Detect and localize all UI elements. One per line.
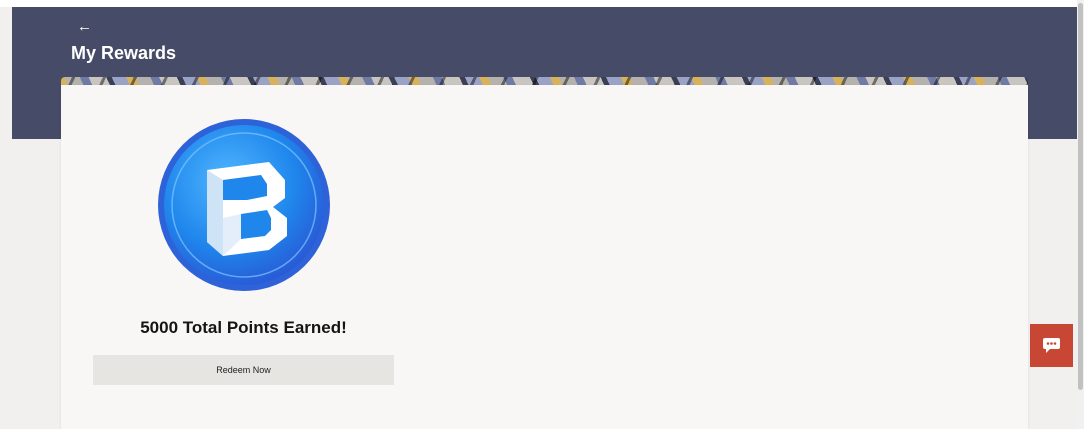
page-viewport: ← My Rewards 5000 Total Points Earned! R… [0, 0, 1084, 429]
top-edge [0, 0, 1077, 7]
back-arrow-icon[interactable]: ← [77, 19, 92, 35]
rewards-card: 5000 Total Points Earned! Redeem Now [61, 85, 1028, 429]
chat-button[interactable] [1030, 324, 1073, 367]
redeem-now-button[interactable]: Redeem Now [93, 355, 394, 385]
rewards-logo-icon [157, 118, 331, 292]
total-points-message: 5000 Total Points Earned! [140, 318, 347, 337]
chat-icon [1043, 338, 1060, 353]
page-title: My Rewards [71, 43, 177, 63]
vertical-scrollbar-thumb[interactable] [1078, 3, 1083, 390]
